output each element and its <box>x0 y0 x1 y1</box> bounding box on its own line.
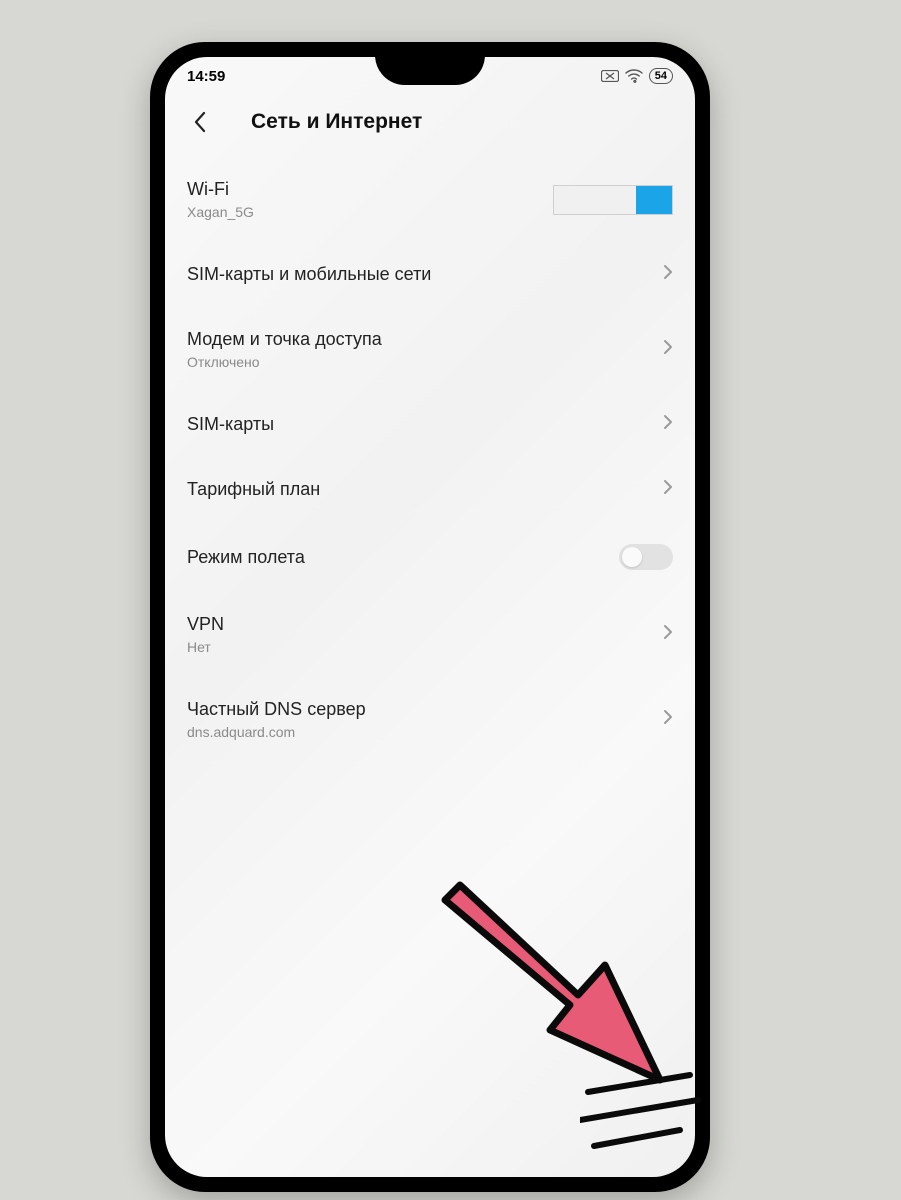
chevron-right-icon <box>663 414 673 435</box>
chevron-right-icon <box>663 709 673 730</box>
no-sim-icon <box>601 70 619 82</box>
row-private-dns[interactable]: Частный DNS сервер dns.adquard.com <box>187 677 673 762</box>
row-label: Тарифный план <box>187 479 320 500</box>
phone-screen: 14:59 54 Сеть и Интернет Wi-Fi <box>165 57 695 1177</box>
settings-list: Wi-Fi Xagan_5G SIM-карты и мобильные сет… <box>165 157 695 762</box>
row-label: SIM-карты <box>187 414 274 435</box>
airplane-toggle[interactable] <box>619 544 673 570</box>
wifi-icon <box>625 69 643 83</box>
back-button[interactable] <box>183 105 217 139</box>
wifi-toggle[interactable] <box>553 185 673 215</box>
row-sublabel: dns.adquard.com <box>187 724 366 740</box>
chevron-right-icon <box>663 264 673 285</box>
chevron-right-icon <box>663 479 673 500</box>
row-sublabel: Нет <box>187 639 224 655</box>
chevron-right-icon <box>663 624 673 645</box>
row-label: Модем и точка доступа <box>187 329 382 350</box>
row-label: SIM-карты и мобильные сети <box>187 264 431 285</box>
screen-notch <box>375 57 485 85</box>
row-sim-networks[interactable]: SIM-карты и мобильные сети <box>187 242 673 307</box>
row-label: VPN <box>187 614 224 635</box>
phone-body: 14:59 54 Сеть и Интернет Wi-Fi <box>150 42 710 1192</box>
page-title: Сеть и Интернет <box>217 110 677 134</box>
row-label: Режим полета <box>187 547 305 568</box>
row-airplane-mode[interactable]: Режим полета <box>187 522 673 592</box>
battery-indicator: 54 <box>649 68 673 84</box>
row-wifi[interactable]: Wi-Fi Xagan_5G <box>187 157 673 242</box>
chevron-right-icon <box>663 339 673 360</box>
row-hotspot[interactable]: Модем и точка доступа Отключено <box>187 307 673 392</box>
row-label: Wi-Fi <box>187 179 254 200</box>
clock: 14:59 <box>187 68 225 85</box>
row-sublabel: Отключено <box>187 354 382 370</box>
row-sim-cards[interactable]: SIM-карты <box>187 392 673 457</box>
row-data-plan[interactable]: Тарифный план <box>187 457 673 522</box>
page-header: Сеть и Интернет <box>165 95 695 157</box>
row-vpn[interactable]: VPN Нет <box>187 592 673 677</box>
row-sublabel: Xagan_5G <box>187 204 254 220</box>
row-label: Частный DNS сервер <box>187 699 366 720</box>
